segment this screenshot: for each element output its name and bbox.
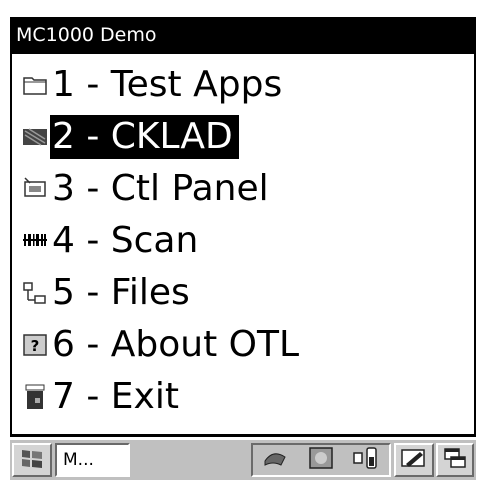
menu-item-cklad[interactable]: 2 - CKLAD	[12, 112, 239, 162]
battery-icon[interactable]	[352, 445, 380, 475]
svg-text:?: ?	[31, 337, 40, 355]
app-icon	[20, 122, 50, 152]
system-tray	[251, 443, 391, 477]
network-icon[interactable]	[307, 445, 335, 475]
file-explorer-icon	[20, 278, 50, 308]
input-panel-button[interactable]	[394, 443, 434, 477]
taskbar-task-button[interactable]: M...	[55, 443, 130, 477]
menu-item-label: 2 - CKLAD	[50, 115, 239, 159]
start-button[interactable]	[12, 443, 52, 477]
menu-item-label: 6 - About OTL	[52, 324, 300, 365]
windows-flag-icon	[19, 446, 45, 474]
window-title: MC1000 Demo	[10, 17, 476, 54]
menu-item-scan[interactable]: 4 - Scan	[12, 216, 204, 266]
barcode-icon	[20, 226, 50, 256]
menu-item-test-apps[interactable]: 1 - Test Apps	[12, 60, 288, 110]
menu-item-label: 1 - Test Apps	[52, 64, 283, 105]
task-label: M...	[63, 450, 94, 470]
menu-item-ctl-panel[interactable]: 3 - Ctl Panel	[12, 164, 275, 214]
menu-item-about-otl[interactable]: ? 6 - About OTL	[12, 320, 305, 370]
taskbar: M...	[10, 440, 476, 480]
main-menu: 1 - Test Apps 2 - CKLAD 3 - Ctl Panel 4 …	[10, 54, 476, 434]
menu-item-exit[interactable]: 7 - Exit	[12, 372, 185, 422]
menu-item-label: 4 - Scan	[52, 220, 199, 261]
menu-item-files[interactable]: 5 - Files	[12, 268, 196, 318]
divider	[10, 434, 476, 437]
menu-item-label: 7 - Exit	[52, 376, 179, 417]
menu-item-label: 3 - Ctl Panel	[52, 168, 269, 209]
connection-icon[interactable]	[262, 445, 290, 475]
control-panel-icon	[20, 174, 50, 204]
help-icon: ?	[20, 330, 50, 360]
menu-item-label: 5 - Files	[52, 272, 190, 313]
switch-window-icon	[442, 446, 468, 474]
exit-icon	[20, 382, 50, 412]
switch-window-button[interactable]	[436, 443, 474, 477]
input-panel-icon	[400, 446, 428, 474]
folder-icon	[20, 70, 50, 100]
